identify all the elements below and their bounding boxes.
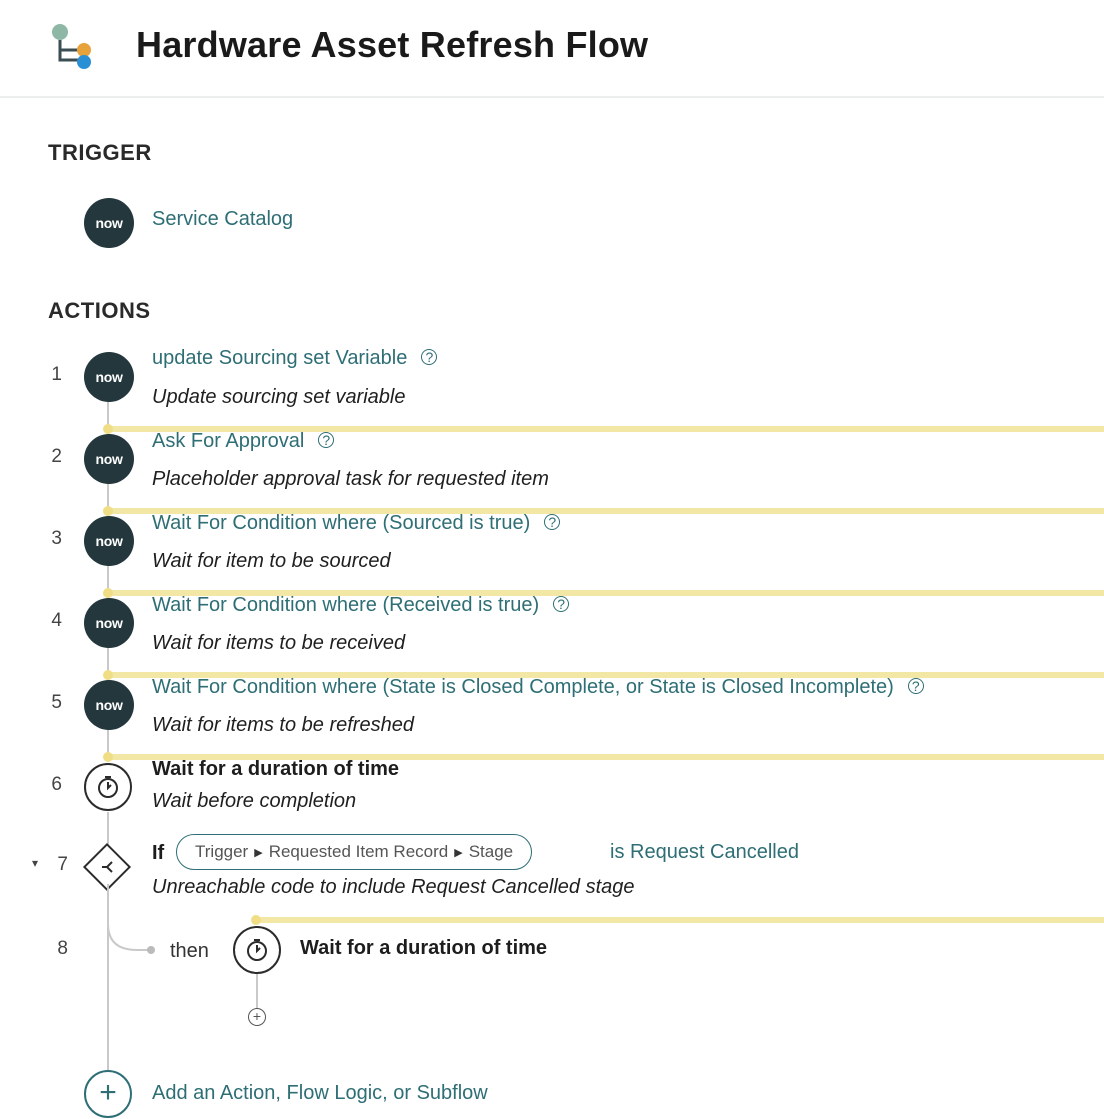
pill-segment: Requested Item Record: [268, 842, 449, 861]
action-title[interactable]: Wait for a duration of time: [300, 937, 547, 960]
step-number: 3: [51, 528, 62, 549]
highlight-line: [256, 917, 1104, 923]
action-description: Placeholder approval task for requested …: [152, 468, 549, 490]
trigger-section-label: TRIGGER: [48, 140, 152, 165]
now-icon: now: [84, 598, 134, 648]
condition-pill[interactable]: Trigger ▶ Requested Item Record ▶ Stage: [176, 834, 533, 870]
action-title-text[interactable]: Ask For Approval: [152, 430, 304, 452]
help-icon[interactable]: ?: [318, 432, 335, 448]
help-icon[interactable]: ?: [544, 514, 561, 530]
trigger-link[interactable]: Service Catalog: [152, 208, 293, 231]
now-icon: now: [84, 198, 134, 248]
step-number: 1: [51, 364, 62, 385]
help-icon[interactable]: ?: [421, 349, 438, 365]
highlight-dot: [103, 588, 113, 598]
step-number: 8: [57, 938, 68, 959]
branch-glyph-icon: [102, 861, 113, 873]
add-step-icon[interactable]: +: [248, 1008, 266, 1026]
pill-segment: Stage: [468, 842, 514, 861]
action-description: Unreachable code to include Request Canc…: [152, 876, 635, 898]
highlight-dot: [103, 506, 113, 516]
highlight-dot: [103, 670, 113, 680]
collapse-caret-icon[interactable]: ▾: [32, 856, 38, 870]
now-icon: now: [84, 516, 134, 566]
step-number: 4: [51, 610, 62, 631]
now-icon: now: [84, 352, 134, 402]
step-number: 7: [57, 854, 68, 875]
branch-connector: [107, 884, 155, 954]
action-description: Wait for items to be received: [152, 632, 406, 654]
action-title-text[interactable]: update Sourcing set Variable: [152, 347, 407, 369]
highlight-dot: [251, 915, 261, 925]
action-title-text[interactable]: Wait For Condition where (Received is tr…: [152, 594, 539, 616]
pill-segment: Trigger: [195, 842, 249, 861]
timer-icon: [233, 926, 281, 974]
help-icon[interactable]: ?: [907, 678, 924, 694]
step-number: 2: [51, 446, 62, 467]
branch-connector: [256, 974, 258, 1008]
page-header: Hardware Asset Refresh Flow: [0, 0, 1104, 98]
caret-right-icon: ▶: [254, 846, 263, 859]
action-title[interactable]: Wait for a duration of time: [152, 758, 399, 781]
action-title[interactable]: update Sourcing set Variable?: [152, 347, 438, 370]
highlight-dot: [103, 752, 113, 762]
action-description: Wait before completion: [152, 790, 357, 812]
highlight-dot: [103, 424, 113, 434]
action-title[interactable]: Wait For Condition where (Received is tr…: [152, 594, 570, 617]
timer-icon: [84, 763, 132, 811]
flow-icon: [52, 24, 91, 69]
action-title[interactable]: Wait For Condition where (Sourced is tru…: [152, 512, 561, 535]
action-title[interactable]: Ask For Approval?: [152, 430, 335, 453]
if-label: If: [152, 842, 165, 864]
now-icon: now: [84, 680, 134, 730]
add-action-icon[interactable]: +: [84, 1070, 132, 1118]
help-icon[interactable]: ?: [553, 596, 570, 612]
action-description: Wait for item to be sourced: [152, 550, 391, 572]
now-icon: now: [84, 434, 134, 484]
action-title-text[interactable]: Wait For Condition where (State is Close…: [152, 676, 894, 698]
action-title[interactable]: Wait For Condition where (State is Close…: [152, 676, 924, 699]
actions-section-label: ACTIONS: [48, 298, 151, 323]
page-title: Hardware Asset Refresh Flow: [136, 24, 649, 65]
add-action-link[interactable]: Add an Action, Flow Logic, or Subflow: [152, 1082, 488, 1105]
action-title-text[interactable]: Wait For Condition where (Sourced is tru…: [152, 512, 530, 534]
then-label: then: [170, 940, 209, 962]
caret-right-icon: ▶: [454, 846, 463, 859]
step-number: 5: [51, 692, 62, 713]
action-description: Update sourcing set variable: [152, 386, 406, 408]
step-number: 6: [51, 774, 62, 795]
action-description: Wait for items to be refreshed: [152, 714, 414, 736]
condition-text[interactable]: is Request Cancelled: [610, 841, 799, 864]
